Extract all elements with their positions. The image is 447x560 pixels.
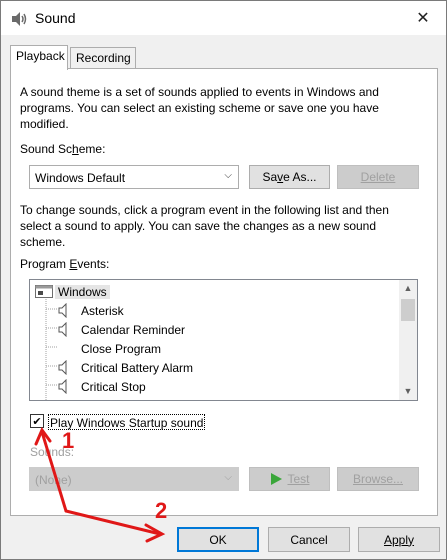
list-item[interactable]: Close Program — [30, 339, 400, 358]
speaker-icon — [58, 379, 67, 394]
save-as-button[interactable]: Sa v e As... — [249, 165, 330, 189]
speaker-icon — [58, 303, 67, 318]
sounds-select[interactable]: (None) ⌵ — [29, 467, 239, 491]
sounds-value: (None) — [35, 473, 72, 487]
sound-scheme-select[interactable]: Windows Default ⌵ — [29, 165, 239, 189]
program-events-list[interactable]: Windows Asterisk Calendar Reminder Close… — [29, 279, 418, 401]
title-bar: Sound ✕ — [1, 1, 446, 35]
annotation-number-1: 1 — [62, 428, 75, 453]
sound-scheme-value: Windows Default — [35, 171, 126, 185]
list-item[interactable]: Calendar Reminder — [30, 320, 400, 339]
scroll-down-icon[interactable]: ▼ — [399, 383, 417, 400]
delete-button[interactable]: Delete — [337, 165, 419, 189]
sound-dialog: Sound ✕ Playback Recording A sound theme… — [0, 0, 447, 560]
change-sounds-description: To change sounds, click a program event … — [20, 203, 389, 249]
tab-recording[interactable]: Recording — [70, 47, 136, 69]
sound-scheme-label: Sound Scheme: — [20, 142, 106, 156]
scheme-description: A sound theme is a set of sounds applied… — [20, 85, 379, 131]
list-scrollbar[interactable]: ▲ ▼ — [399, 280, 417, 400]
annotation-number-2: 2 — [155, 498, 168, 523]
speaker-icon — [58, 360, 67, 375]
test-button[interactable]: Test — [249, 467, 330, 491]
apply-button[interactable]: Apply — [358, 527, 440, 552]
windows-group-icon — [35, 285, 53, 298]
scroll-up-icon[interactable]: ▲ — [399, 280, 417, 297]
chevron-down-icon: ⌵ — [224, 170, 232, 181]
close-button[interactable]: ✕ — [400, 1, 446, 35]
speaker-app-icon — [12, 12, 27, 26]
play-icon — [271, 473, 283, 485]
scroll-thumb[interactable] — [401, 299, 415, 321]
ok-button[interactable]: OK — [177, 527, 259, 552]
list-item[interactable]: Critical Battery Alarm — [30, 358, 400, 377]
startup-sound-checkbox[interactable]: ✔ — [30, 414, 44, 428]
checkmark-icon: ✔ — [32, 415, 42, 428]
window-title: Sound — [35, 10, 76, 26]
close-icon: ✕ — [416, 10, 430, 27]
list-item[interactable]: Windows — [30, 282, 400, 301]
browse-button[interactable]: Browse... — [337, 467, 419, 491]
tab-playback[interactable]: Playback — [10, 45, 68, 70]
program-events-label: Program Events: — [20, 257, 110, 271]
list-item[interactable]: Asterisk — [30, 301, 400, 320]
chevron-down-icon: ⌵ — [224, 472, 232, 483]
speaker-icon — [58, 322, 67, 337]
list-item[interactable]: Critical Stop — [30, 377, 400, 396]
cancel-button[interactable]: Cancel — [268, 527, 350, 552]
